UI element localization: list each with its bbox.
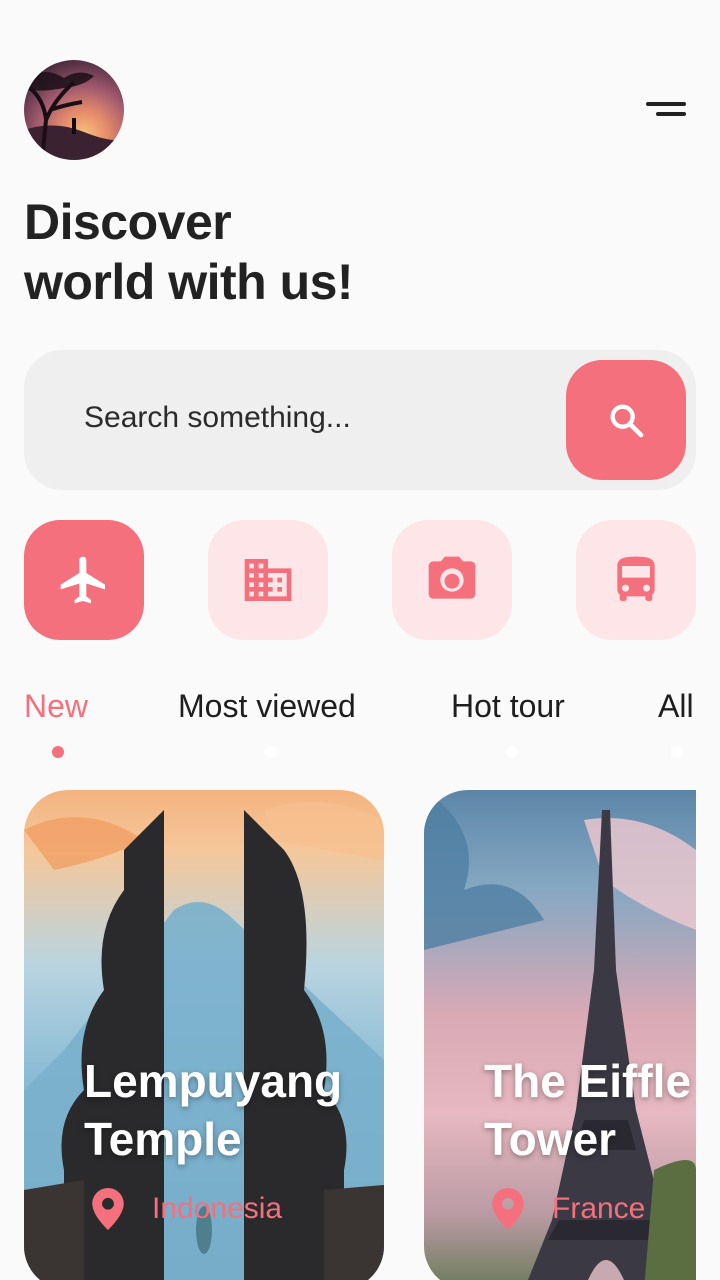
search-button[interactable] — [566, 360, 686, 480]
tab-hot-tour-indicator — [506, 746, 518, 758]
location-pin-icon — [492, 1188, 524, 1230]
airplane-icon — [60, 556, 105, 604]
headline-line-2: world with us! — [24, 254, 354, 310]
avatar[interactable] — [24, 60, 124, 160]
tab-most-viewed-indicator — [265, 746, 277, 758]
card-location: Indonesia — [92, 1188, 282, 1230]
search-bar — [24, 350, 696, 490]
destination-card[interactable]: Lempuyang Temple Indonesia — [24, 790, 384, 1280]
building-icon — [244, 559, 292, 601]
tab-most-viewed[interactable]: Most viewed — [178, 688, 356, 725]
card-title: Lempuyang Temple — [84, 1055, 343, 1165]
location-pin-icon — [92, 1188, 124, 1230]
tab-all-indicator — [671, 746, 683, 758]
destination-card[interactable]: The Eiffle Tower France — [424, 790, 696, 1280]
search-input[interactable] — [84, 396, 554, 440]
category-hotels[interactable] — [208, 520, 328, 640]
page-title: Discover world with us! — [24, 192, 354, 312]
category-flights[interactable] — [24, 520, 144, 640]
category-transport[interactable] — [576, 520, 696, 640]
card-location-text: France — [552, 1192, 646, 1225]
camera-icon — [428, 556, 476, 599]
tab-hot-tour[interactable]: Hot tour — [451, 688, 565, 725]
tab-new[interactable]: New — [24, 688, 88, 725]
search-icon — [610, 404, 644, 438]
menu-icon-bar — [656, 112, 686, 116]
headline-line-1: Discover — [24, 194, 232, 250]
card-location-text: Indonesia — [152, 1192, 283, 1225]
avatar-image — [24, 71, 124, 160]
card-title: The Eiffle Tower — [484, 1055, 692, 1165]
bus-icon — [617, 556, 655, 601]
tab-new-indicator — [52, 746, 64, 758]
card-location: France — [492, 1188, 645, 1230]
menu-icon — [646, 102, 686, 106]
tab-all[interactable]: All — [658, 688, 694, 725]
menu-button[interactable] — [640, 92, 692, 128]
category-sights[interactable] — [392, 520, 512, 640]
